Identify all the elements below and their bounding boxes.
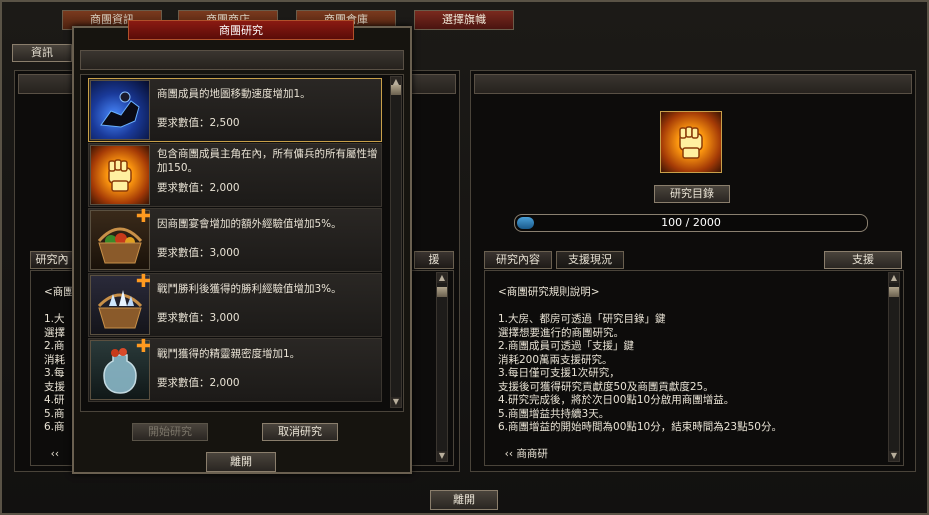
right-panel-header [474, 74, 912, 94]
dialog-close-button[interactable]: 離開 [206, 452, 276, 472]
fist-icon [679, 126, 703, 159]
support-button[interactable]: 支援 [824, 251, 902, 269]
research-item-desc: 包含商團成員主角在內，所有傭兵的所有屬性增加150。 [157, 148, 378, 174]
basket-icon: ✚ [90, 206, 151, 270]
research-item-desc: 戰鬥獲得的精靈親密度增加1。 [157, 348, 301, 360]
right-scrollbar[interactable]: ▲ ▼ [888, 272, 900, 462]
left-scrollbar[interactable]: ▲ ▼ [436, 272, 448, 462]
research-target-icon [660, 111, 722, 173]
scroll-thumb[interactable] [437, 287, 447, 297]
progress-text: 100 / 2000 [661, 216, 721, 229]
research-item-desc: 戰鬥勝利後獲得的勝利經驗值增加3%。 [157, 283, 342, 295]
left-tab-research[interactable]: 研究內容 [30, 251, 74, 282]
scroll-down-icon[interactable]: ▼ [889, 451, 899, 461]
research-progress-bar: 100 / 2000 [514, 214, 868, 232]
scroll-thumb[interactable] [889, 287, 899, 297]
jar-icon: ✚ [90, 336, 151, 400]
plus-icon: ✚ [135, 336, 151, 357]
research-item[interactable]: ✚ 戰鬥勝利後獲得的勝利經驗值增加3%。 要求數值：3,000 [88, 273, 382, 337]
research-target-button[interactable]: 研究目錄 [654, 185, 730, 203]
scroll-up-icon[interactable]: ▲ [889, 273, 899, 283]
research-item-req: 要求數值：2,000 [157, 377, 240, 389]
research-item-desc: 因商團宴會增加的額外經驗值增加5%。 [157, 218, 342, 230]
right-rules-text: <商團研究規則說明> 1.大房、都房可透過「研究目錄」鍵 選擇想要進行的商團研究… [498, 286, 782, 460]
tab-support-status[interactable]: 支援現況 [556, 251, 624, 269]
research-item-req: 要求數值：3,000 [157, 247, 240, 259]
research-item-req: 要求數值：2,500 [157, 117, 240, 129]
tab-research-content[interactable]: 研究內容 [484, 251, 552, 269]
fist-icon [90, 145, 150, 205]
scroll-up-icon[interactable]: ▲ [437, 273, 447, 283]
crystal-basket-icon: ✚ [90, 271, 151, 335]
research-item[interactable]: 商團成員的地圖移動速度增加1。 要求數值：2,500 [88, 78, 382, 142]
plus-icon: ✚ [135, 206, 151, 227]
start-research-button[interactable]: 開始研究 [132, 423, 208, 441]
dialog-scrollbar[interactable]: ▲ ▼ [390, 76, 402, 408]
research-item[interactable]: 包含商團成員主角在內，所有傭兵的所有屬性增加150。 要求數值：2,000 [88, 143, 382, 207]
research-item-req: 要求數值：3,000 [157, 312, 240, 324]
left-rules-text: <商團 1.大 選擇 2.商 消耗 3.每 支援 4.研 5.商 6.商 ‹‹ [44, 286, 74, 460]
cancel-research-button[interactable]: 取消研究 [262, 423, 338, 441]
left-support-button[interactable]: 援 [414, 251, 454, 269]
dialog-header-bar [80, 50, 404, 70]
dialog-title: 商團研究 [128, 20, 354, 40]
close-button[interactable]: 離開 [430, 490, 498, 510]
rider-icon [90, 80, 150, 140]
research-item[interactable]: ✚ 戰鬥獲得的精靈親密度增加1。 要求數值：2,000 [88, 338, 382, 402]
research-item-desc: 商團成員的地圖移動速度增加1。 [157, 88, 311, 100]
tab-info[interactable]: 資訊 [12, 44, 72, 62]
scroll-down-icon[interactable]: ▼ [391, 397, 401, 407]
scroll-down-icon[interactable]: ▼ [437, 451, 447, 461]
plus-icon: ✚ [135, 271, 151, 292]
scroll-thumb[interactable] [391, 85, 401, 95]
research-item[interactable]: ✚ 因商團宴會增加的額外經驗值增加5%。 要求數值：3,000 [88, 208, 382, 272]
research-item-req: 要求數值：2,000 [157, 182, 240, 194]
tab-select-flag[interactable]: 選擇旗幟 [414, 10, 514, 30]
